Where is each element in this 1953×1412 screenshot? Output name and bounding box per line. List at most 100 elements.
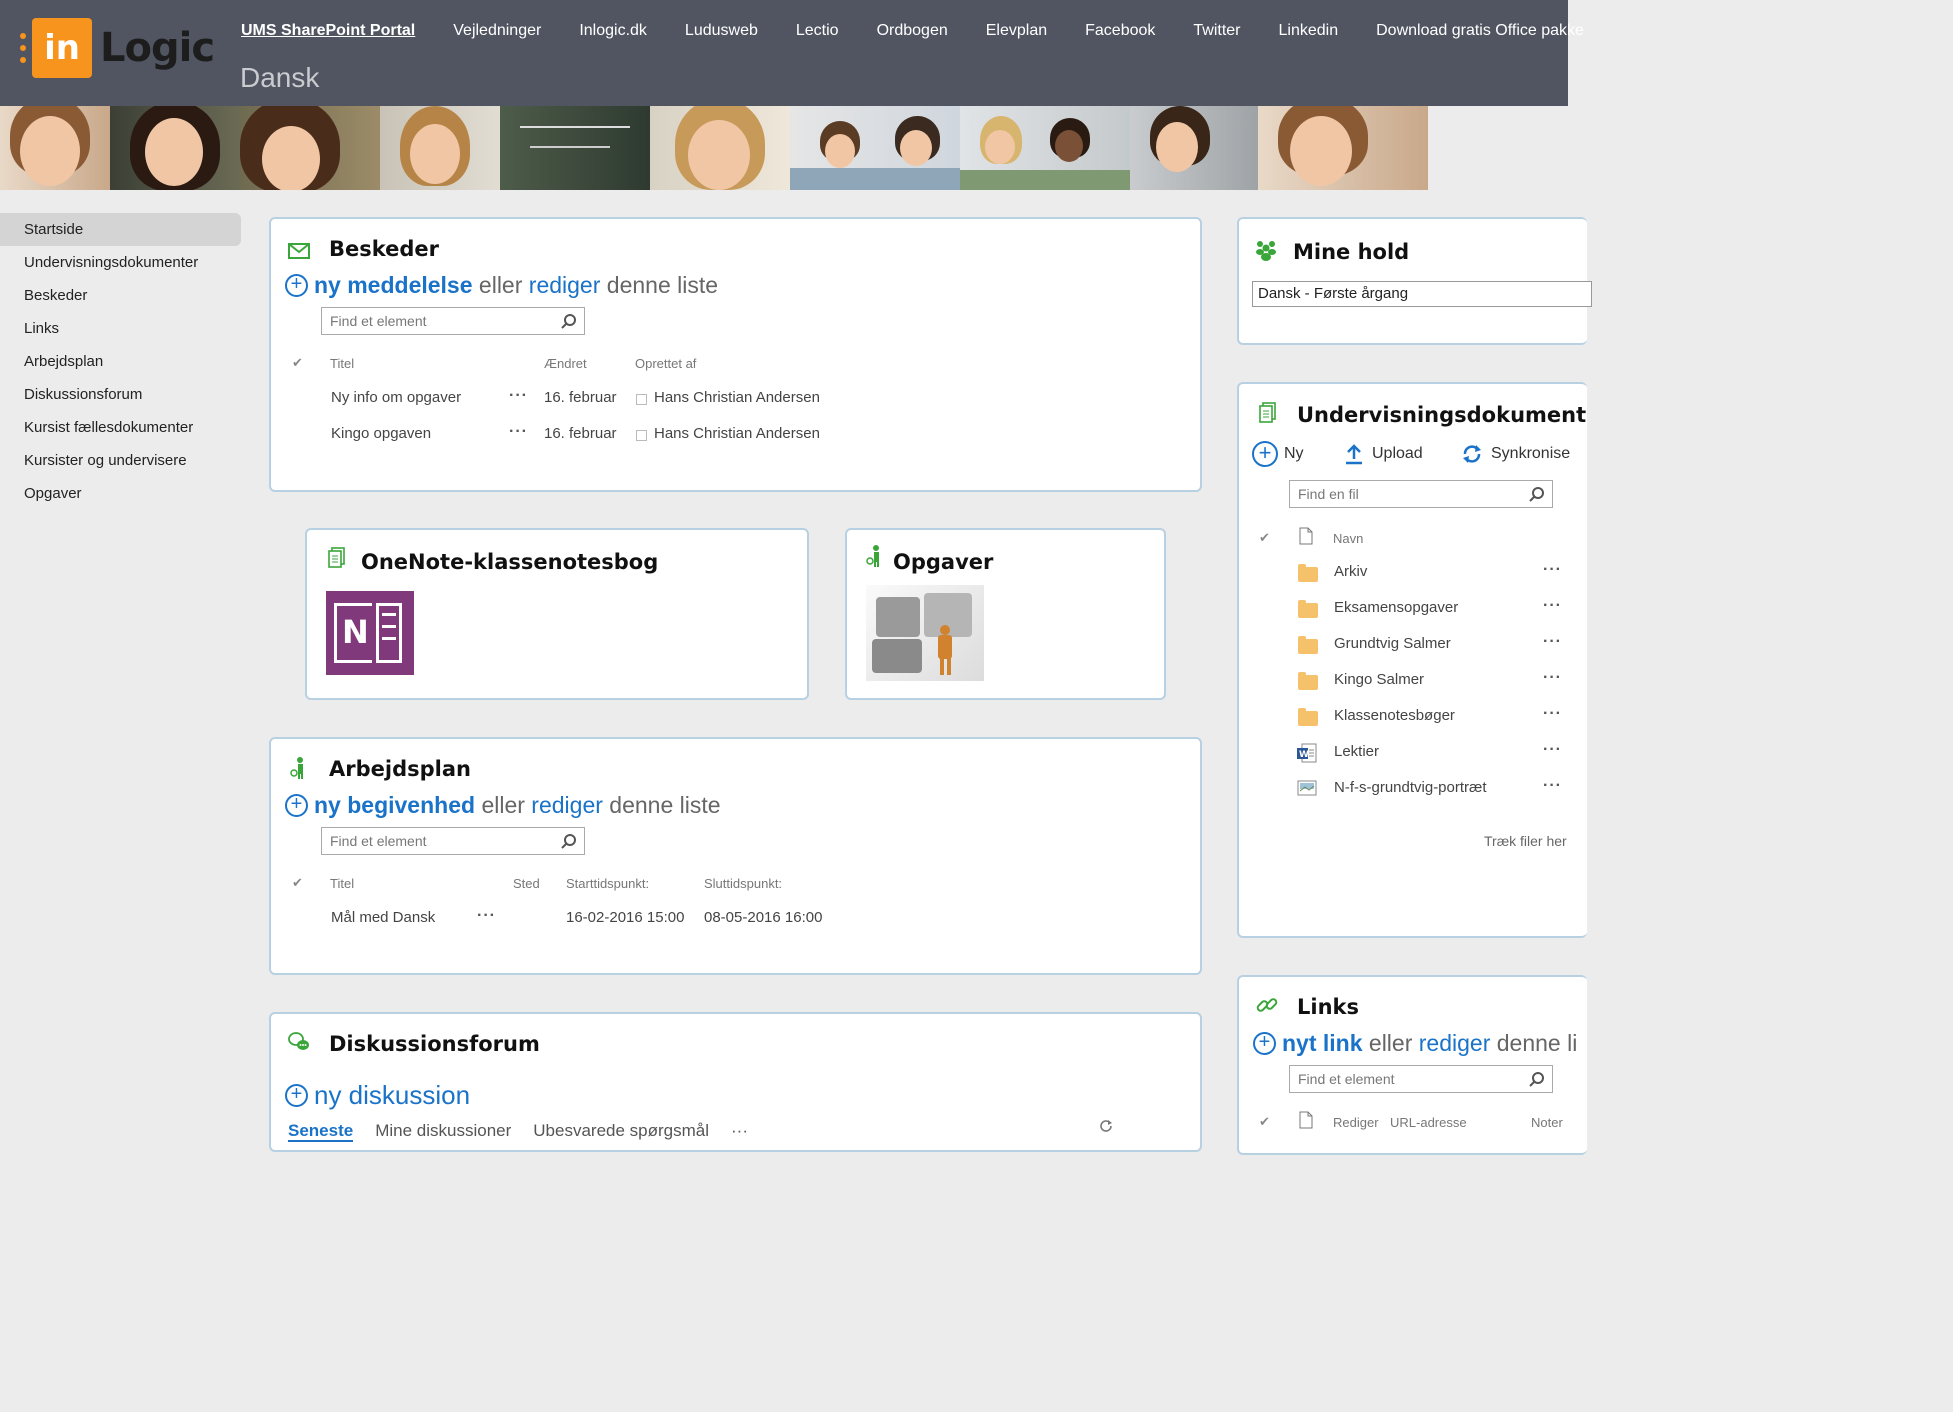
onenote-title[interactable]: OneNote-klassenotesbog — [361, 550, 658, 574]
undervisningsdokumenter-title[interactable]: Undervisningsdokumenter — [1297, 403, 1587, 427]
item-menu-icon[interactable]: ··· — [509, 387, 528, 405]
tab-seneste[interactable]: Seneste — [288, 1121, 354, 1142]
or-text: eller — [478, 272, 523, 298]
arbejdsplan-title[interactable]: Arbejdsplan — [329, 757, 471, 781]
topnav-elevplan[interactable]: Elevplan — [986, 22, 1047, 40]
file-link[interactable]: N-f-s-grundtvig-portræt — [1334, 779, 1487, 796]
item-menu-icon[interactable]: ··· — [1543, 669, 1562, 687]
add-circle-icon[interactable]: + — [285, 274, 308, 297]
diskussionsforum-title[interactable]: Diskussionsforum — [329, 1032, 540, 1056]
column-edit[interactable]: Rediger — [1333, 1115, 1379, 1130]
item-menu-icon[interactable]: ··· — [1543, 777, 1562, 795]
beskeder-search-input[interactable]: Find et element — [321, 307, 585, 335]
topnav-linkedin[interactable]: Linkedin — [1279, 22, 1339, 40]
new-document-button[interactable]: + Ny — [1252, 441, 1304, 467]
item-menu-icon[interactable]: ··· — [477, 907, 496, 925]
file-link[interactable]: Kingo Salmer — [1334, 671, 1424, 688]
links-search-input[interactable]: Find et element — [1289, 1065, 1553, 1093]
upload-button[interactable]: Upload — [1344, 443, 1423, 465]
add-circle-icon[interactable]: + — [1253, 1032, 1276, 1055]
column-notes[interactable]: Noter — [1531, 1115, 1563, 1130]
column-name[interactable]: Navn — [1333, 531, 1363, 546]
edit-list-link[interactable]: rediger — [531, 792, 603, 819]
tab-ubesvarede[interactable]: Ubesvarede spørgsmål — [533, 1121, 709, 1140]
opgaver-title[interactable]: Opgaver — [893, 550, 993, 574]
item-menu-icon[interactable]: ··· — [1543, 633, 1562, 651]
column-url[interactable]: URL-adresse — [1390, 1115, 1467, 1130]
edit-list-link[interactable]: rediger — [1419, 1030, 1491, 1057]
search-icon[interactable] — [560, 313, 578, 331]
file-link[interactable]: Eksamensopgaver — [1334, 599, 1458, 616]
search-icon[interactable] — [1528, 1071, 1546, 1089]
column-title[interactable]: Titel — [330, 876, 354, 891]
item-menu-icon[interactable]: ··· — [1543, 597, 1562, 615]
new-event-link[interactable]: ny begivenhed — [314, 792, 475, 819]
sync-button[interactable]: Synkronise — [1461, 443, 1570, 465]
new-discussion-link[interactable]: ny diskussion — [314, 1080, 470, 1111]
banner-photo — [500, 106, 650, 190]
topnav-ludusweb[interactable]: Ludusweb — [685, 22, 758, 40]
message-author-link[interactable]: Hans Christian Andersen — [654, 425, 820, 442]
topnav-ums-sharepoint-portal[interactable]: UMS SharePoint Portal — [241, 22, 415, 40]
column-start[interactable]: Starttidspunkt: — [566, 876, 649, 891]
leftnav-links[interactable]: Links — [0, 312, 241, 345]
team-select[interactable]: Dansk - Første årgang — [1252, 281, 1592, 307]
links-title[interactable]: Links — [1297, 995, 1359, 1019]
leftnav-diskussionsforum[interactable]: Diskussionsforum — [0, 378, 241, 411]
search-icon[interactable] — [560, 833, 578, 851]
file-link[interactable]: Grundtvig Salmer — [1334, 635, 1451, 652]
topnav-inlogic[interactable]: Inlogic.dk — [579, 22, 647, 40]
message-title-link[interactable]: Kingo opgaven — [331, 425, 431, 442]
mine-hold-title[interactable]: Mine hold — [1293, 240, 1409, 264]
select-all-checkmark-icon[interactable]: ✔ — [1259, 1114, 1270, 1130]
new-message-link[interactable]: ny meddelelse — [314, 272, 473, 299]
discussion-tabs: Seneste Mine diskussioner Ubesvarede spørg… — [288, 1121, 770, 1142]
more-tabs-icon[interactable]: ··· — [731, 1121, 748, 1140]
item-menu-icon[interactable]: ··· — [1543, 741, 1562, 759]
item-menu-icon[interactable]: ··· — [1543, 561, 1562, 579]
column-place[interactable]: Sted — [513, 876, 540, 891]
edit-list-link[interactable]: rediger — [529, 272, 601, 299]
file-link[interactable]: Lektier — [1334, 743, 1379, 760]
event-title-link[interactable]: Mål med Dansk — [331, 909, 435, 926]
leftnav-kursister-og-undervisere[interactable]: Kursister og undervisere — [0, 444, 241, 477]
message-author-link[interactable]: Hans Christian Andersen — [654, 389, 820, 406]
topnav-twitter[interactable]: Twitter — [1193, 22, 1240, 40]
search-icon[interactable] — [1528, 486, 1546, 504]
topnav-download-office[interactable]: Download gratis Office pakke — [1376, 22, 1584, 40]
column-title[interactable]: Titel — [330, 356, 354, 371]
select-all-checkmark-icon[interactable]: ✔ — [1259, 530, 1270, 546]
add-circle-icon[interactable]: + — [285, 1084, 308, 1107]
column-created-by[interactable]: Oprettet af — [635, 356, 696, 371]
file-link[interactable]: Klassenotesbøger — [1334, 707, 1455, 724]
select-all-checkmark-icon[interactable]: ✔ — [292, 355, 303, 371]
leftnav-beskeder[interactable]: Beskeder — [0, 279, 241, 312]
topnav-facebook[interactable]: Facebook — [1085, 22, 1155, 40]
tab-mine-diskussioner[interactable]: Mine diskussioner — [375, 1121, 511, 1140]
onenote-app-icon[interactable]: N — [326, 591, 414, 675]
select-all-checkmark-icon[interactable]: ✔ — [292, 875, 303, 891]
add-circle-icon[interactable]: + — [285, 794, 308, 817]
file-search-input[interactable]: Find en fil — [1289, 480, 1553, 508]
column-end[interactable]: Sluttidspunkt: — [704, 876, 782, 891]
inlogic-logo[interactable]: in Logic — [20, 18, 215, 78]
topnav-vejledninger[interactable]: Vejledninger — [453, 22, 541, 40]
topnav-lectio[interactable]: Lectio — [796, 22, 839, 40]
beskeder-title[interactable]: Beskeder — [329, 237, 439, 261]
leftnav-opgaver[interactable]: Opgaver — [0, 477, 241, 510]
refresh-icon[interactable] — [1099, 1118, 1113, 1132]
leftnav-arbejdsplan[interactable]: Arbejdsplan — [0, 345, 241, 378]
item-menu-icon[interactable]: ··· — [509, 423, 528, 441]
puzzle-image[interactable] — [866, 585, 984, 681]
topnav-ordbogen[interactable]: Ordbogen — [877, 22, 948, 40]
leftnav-startside[interactable]: Startside — [0, 213, 241, 246]
message-title-link[interactable]: Ny info om opgaver — [331, 389, 461, 406]
item-menu-icon[interactable]: ··· — [1543, 705, 1562, 723]
column-modified[interactable]: Ændret — [544, 356, 587, 371]
leftnav-kursist-faellesdokumenter[interactable]: Kursist fællesdokumenter — [0, 411, 241, 444]
file-link[interactable]: Arkiv — [1334, 563, 1367, 580]
leftnav-undervisningsdokumenter[interactable]: Undervisningsdokumenter — [0, 246, 241, 279]
site-title[interactable]: Dansk — [240, 62, 319, 94]
new-link-link[interactable]: nyt link — [1282, 1030, 1363, 1057]
arbejdsplan-search-input[interactable]: Find et element — [321, 827, 585, 855]
